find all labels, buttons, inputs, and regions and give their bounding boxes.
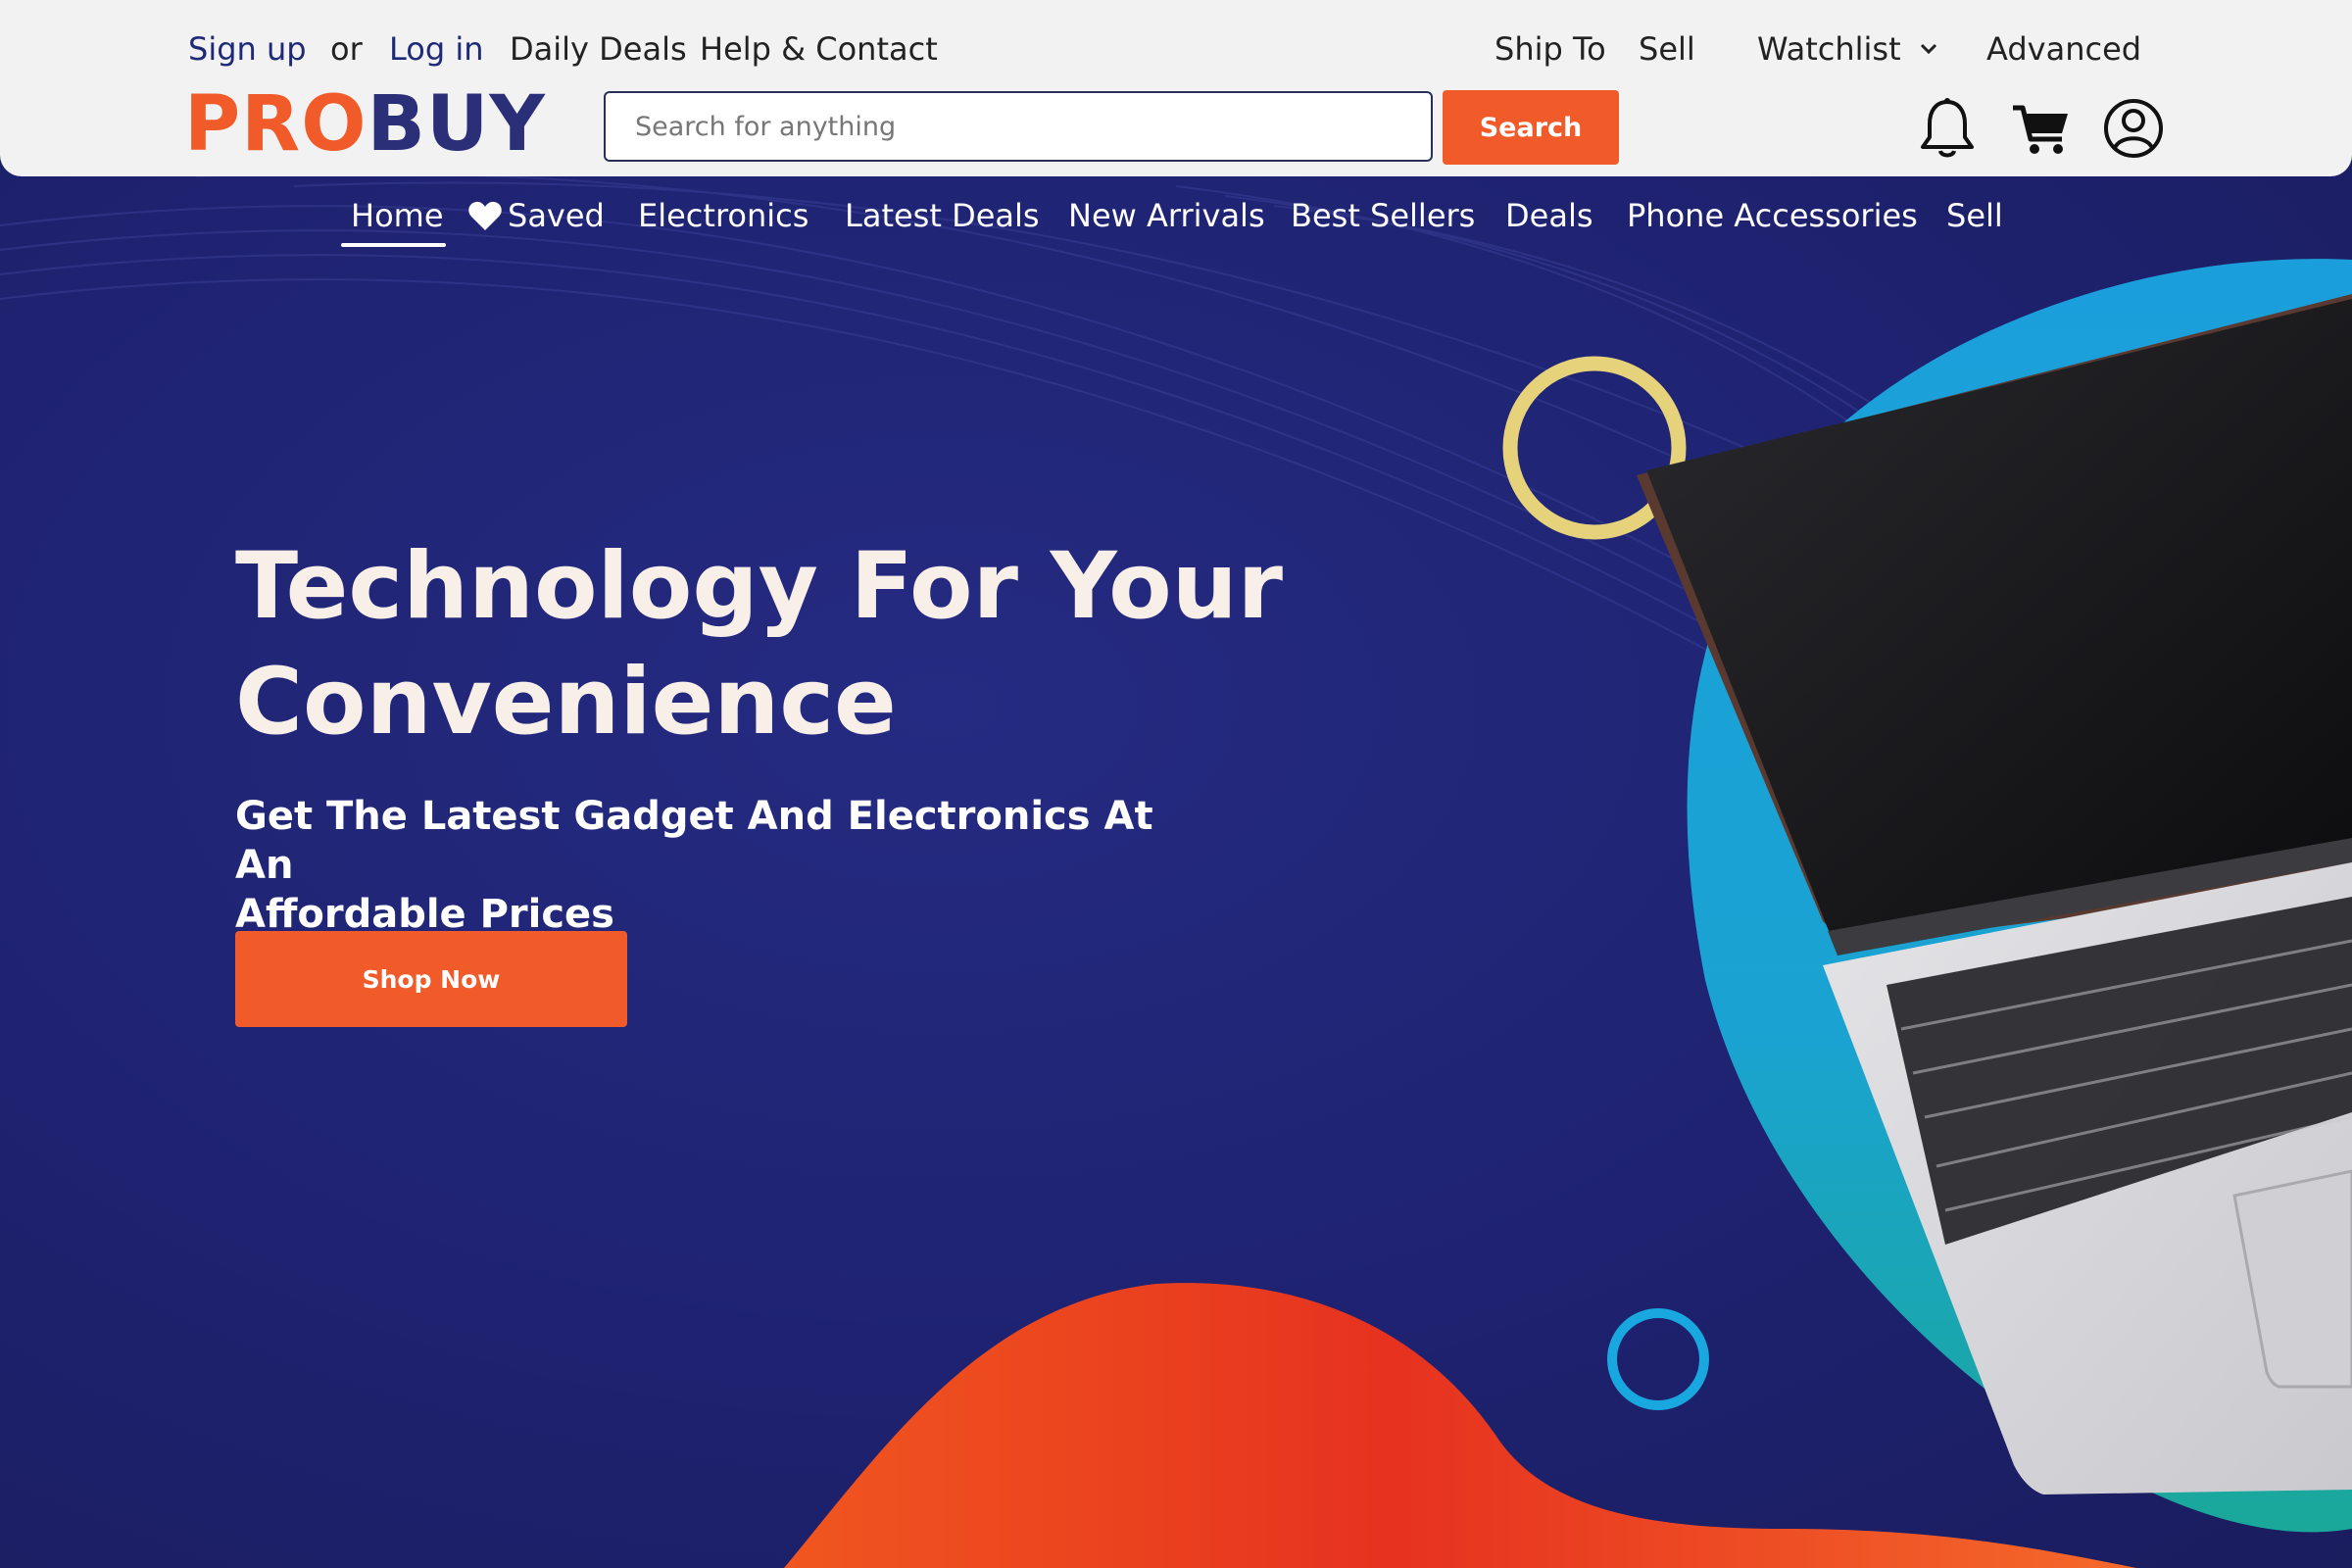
logo-part-buy: BUY <box>367 80 546 169</box>
nav-saved[interactable]: Saved <box>508 192 605 239</box>
hero-subheadline-line1: Get The Latest Gadget And Electronics At… <box>235 794 1153 888</box>
nav-sell[interactable]: Sell <box>1946 192 2003 239</box>
category-nav: Home Saved Electronics Latest Deals New … <box>0 192 2352 251</box>
logo-part-pro: PRO <box>184 80 368 169</box>
help-contact-link[interactable]: Help & Contact <box>700 29 938 69</box>
nav-deals[interactable]: Deals <box>1505 192 1593 239</box>
watchlist-link[interactable]: Watchlist <box>1757 29 1901 69</box>
sell-top-link[interactable]: Sell <box>1639 29 1695 69</box>
shop-now-button[interactable]: Shop Now <box>235 931 627 1027</box>
heart-icon[interactable] <box>467 200 503 231</box>
hero-headline-line2: Convenience <box>235 649 897 756</box>
nav-electronics[interactable]: Electronics <box>638 192 808 239</box>
search-input[interactable] <box>604 91 1433 162</box>
nav-best-sellers[interactable]: Best Sellers <box>1291 192 1475 239</box>
log-in-link[interactable]: Log in <box>389 29 484 69</box>
daily-deals-link[interactable]: Daily Deals <box>510 29 687 69</box>
user-account-icon[interactable] <box>2102 96 2165 161</box>
advanced-link[interactable]: Advanced <box>1986 29 2141 69</box>
nav-latest-deals[interactable]: Latest Deals <box>845 192 1040 239</box>
bell-icon[interactable] <box>1916 96 1979 161</box>
probuy-logo[interactable]: PROBUY <box>184 80 546 169</box>
chevron-down-icon[interactable] <box>1919 39 1938 59</box>
top-header: Sign up or Log in Daily Deals Help & Con… <box>0 0 2352 176</box>
page: Sign up or Log in Daily Deals Help & Con… <box>0 0 2352 1568</box>
search-button[interactable]: Search <box>1443 90 1619 165</box>
ship-to-link[interactable]: Ship To <box>1494 29 1606 69</box>
or-text: or <box>330 30 363 68</box>
nav-phone-accessories[interactable]: Phone Accessories <box>1627 192 1918 239</box>
nav-home[interactable]: Home <box>341 192 445 247</box>
hero-subheadline: Get The Latest Gadget And Electronics At… <box>235 792 1215 939</box>
hero-headline: Technology For Your Convenience <box>235 529 1313 760</box>
nav-new-arrivals[interactable]: New Arrivals <box>1068 192 1265 239</box>
hero-headline-line1: Technology For Your <box>235 533 1283 640</box>
cart-icon[interactable] <box>2009 96 2072 161</box>
sign-up-link[interactable]: Sign up <box>188 29 307 69</box>
